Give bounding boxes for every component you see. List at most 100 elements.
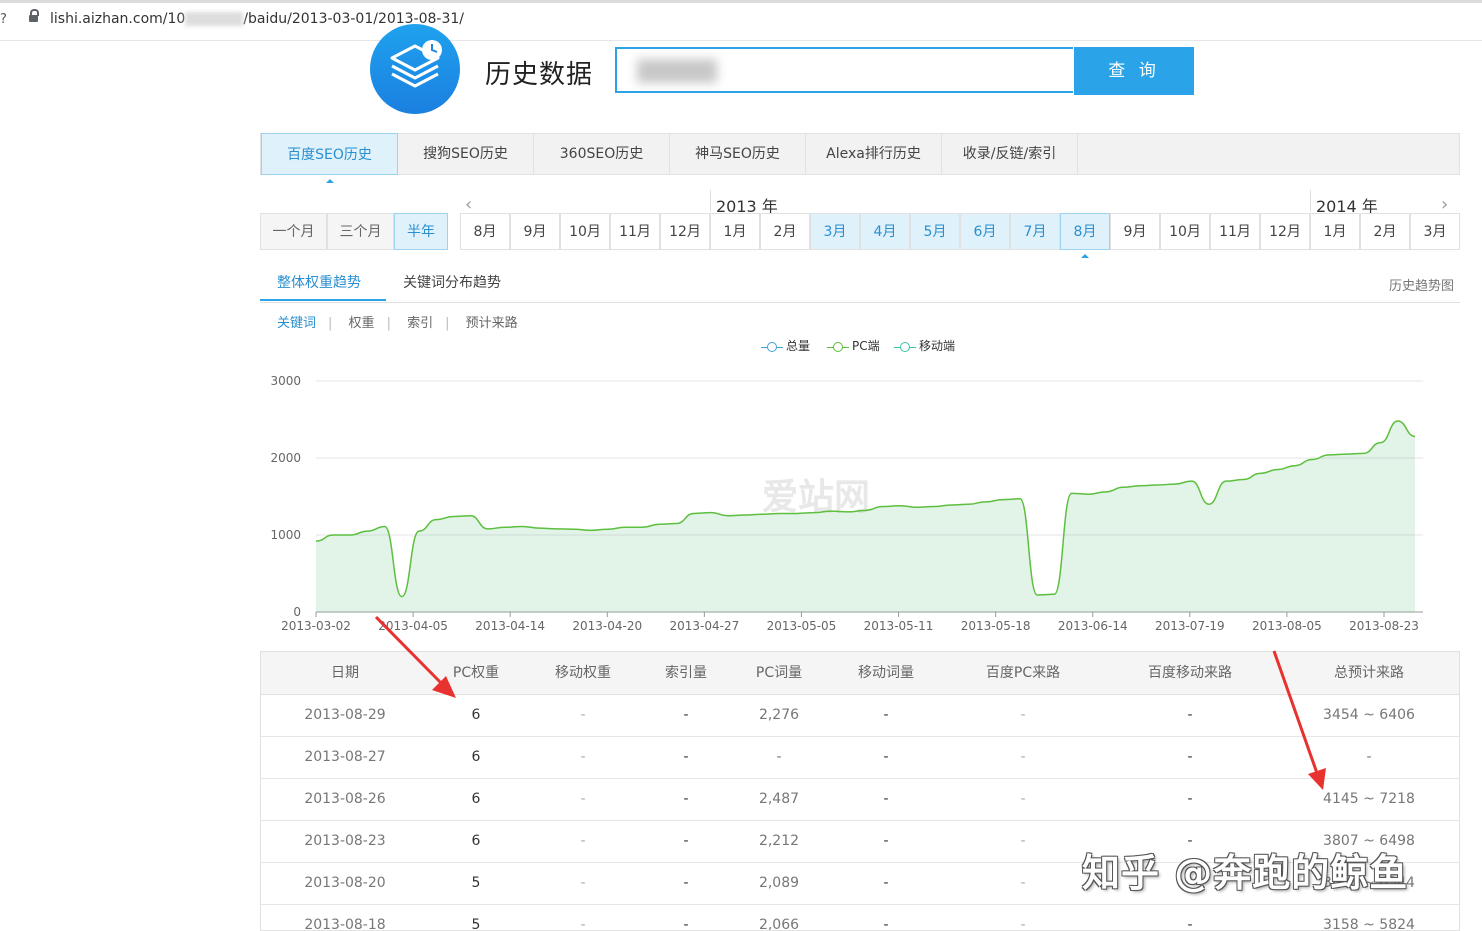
redacted-url-part [185,12,244,26]
month-0[interactable]: 8月 [460,213,510,250]
x-tick-label: 2013-07-19 [1155,619,1225,633]
y-tick-label: 0 [293,605,301,619]
table-row: 2013-08-26 6- -2,487- - -4145 ~ 7218 [261,778,1459,821]
month-7[interactable]: 3月 [810,213,860,250]
y-tick-label: 1000 [270,528,301,542]
range-option-2[interactable]: 半年 [394,213,448,250]
table-cell: - [1020,791,1026,807]
month-4[interactable]: 12月 [660,213,710,250]
lock-icon [29,9,39,23]
page-title: 历史数据 [485,60,594,90]
range-option-0[interactable]: 一个月 [260,213,327,250]
legend-pc[interactable]: PC端 [827,337,880,354]
domain-search-input[interactable] [615,47,1073,93]
trend-subtabs: 整体权重趋势 关键词分布趋势 [260,262,1460,303]
metric-weight[interactable]: 权重 [349,316,375,331]
metric-switcher: 关键词 | 权重 | 索引 | 预计来路 [277,312,530,331]
month-10[interactable]: 6月 [960,213,1010,250]
engine-tabs: 百度SEO历史 搜狗SEO历史 360SEO历史 神马SEO历史 Alexa排行历史 收录… [260,133,1460,175]
month-3[interactable]: 11月 [610,213,660,250]
table-cell: - [1020,875,1026,891]
legend-mobile[interactable]: 移动端 [894,337,955,354]
browser-top-line [0,0,1482,3]
history-data-logo-icon[interactable] [370,24,460,114]
tab-engine-4[interactable]: Alexa排行历史 [806,133,942,175]
column-header: 移动词量 [858,665,914,681]
month-9[interactable]: 5月 [910,213,960,250]
browser-url-bar[interactable]: ? lishi.aizhan.com/10/baidu/2013-03-01/2… [0,0,1482,41]
metric-keywords[interactable]: 关键词 [277,316,316,331]
table-cell: - [883,707,889,723]
month-6[interactable]: 2月 [760,213,810,250]
zhihu-watermark: 知乎 @奔跑的鲸鱼 [1082,851,1409,895]
x-tick-label: 2013-08-05 [1252,619,1322,633]
legend-mobile-label: 移动端 [919,339,956,353]
history-trend-link[interactable]: 历史趋势图 [1389,275,1454,294]
tab-keyword-distribution-trend[interactable]: 关键词分布趋势 [403,272,501,292]
month-8[interactable]: 4月 [860,213,910,250]
table-cell: - [1020,833,1026,849]
y-tick-label: 3000 [270,374,301,388]
metric-estimated-traffic[interactable]: 预计来路 [466,316,518,331]
column-header: 百度PC来路 [985,665,1061,681]
active-subtab-underline [260,299,386,301]
legend-pc-label: PC端 [852,339,880,353]
timeline-prev-icon[interactable]: ‹ [465,194,472,215]
column-header: 百度移动来路 [1148,665,1232,681]
url-prefix: lishi.aizhan.com/10 [50,11,186,27]
table-cell: - [883,917,889,931]
x-tick-label: 2013-03-02 [281,619,351,633]
x-tick-label: 2013-04-20 [572,619,642,633]
month-5[interactable]: 1月 [710,213,760,250]
month-16[interactable]: 12月 [1260,213,1310,250]
legend-total-label: 总量 [786,339,811,353]
month-13[interactable]: 9月 [1110,213,1160,250]
table-cell: - [1020,707,1026,723]
x-tick-label: 2013-04-27 [669,619,739,633]
tab-engine-1[interactable]: 搜狗SEO历史 [398,133,534,175]
table-cell: - [883,749,889,765]
month-12[interactable]: 8月 [1060,213,1110,250]
month-18[interactable]: 2月 [1360,213,1410,250]
tab-engine-0[interactable]: 百度SEO历史 [261,133,398,175]
table-cell: - [883,791,889,807]
table-cell: - [1187,707,1193,723]
legend-total-marker [761,341,783,352]
table-header: 日期 PC权重 移动权重 索引量 PC词量 移动词量 百度PC来路 百度移动来路 总预计来路 [261,652,1459,695]
month-11[interactable]: 7月 [1010,213,1060,250]
redacted-search-value [637,59,717,83]
month-2[interactable]: 10月 [560,213,610,250]
table-row: 2013-08-18 5- -2,066- - -3158 ~ 5824 [261,904,1459,931]
tab-engine-5[interactable]: 收录/反链/索引 [942,133,1078,175]
month-1[interactable]: 9月 [510,213,560,250]
tab-engine-3[interactable]: 神马SEO历史 [670,133,806,175]
table-cell: 3454 ~ 6406 [1323,707,1415,723]
range-option-1[interactable]: 三个月 [327,213,394,250]
timeline-next-icon[interactable]: › [1441,194,1448,215]
search-button[interactable]: 查 询 [1074,47,1194,95]
month-17[interactable]: 1月 [1310,213,1360,250]
table-row: 2013-08-27 6- - - - - - - [261,736,1459,779]
metric-separator: | [386,316,391,331]
x-tick-label: 2013-05-18 [961,619,1031,633]
table-cell: - [883,833,889,849]
table-cell: - [1187,917,1193,931]
table-cell: - [1187,749,1193,765]
x-tick-label: 2013-08-23 [1349,619,1419,633]
x-tick-label: 2013-04-05 [378,619,448,633]
tab-overall-weight-trend[interactable]: 整体权重趋势 [277,272,361,292]
table-cell: - [1020,749,1026,765]
tab-engine-2[interactable]: 360SEO历史 [534,133,670,175]
x-tick-label: 2013-05-11 [864,619,934,633]
metric-index[interactable]: 索引 [407,316,433,331]
year-divider [710,190,711,212]
selected-month-caret [1081,254,1089,258]
month-19[interactable]: 3月 [1410,213,1460,250]
legend-total[interactable]: 总量 [761,337,810,354]
month-14[interactable]: 10月 [1160,213,1210,250]
month-15[interactable]: 11月 [1210,213,1260,250]
table-row: 2013-08-29 6- -2,276- - -3454 ~ 6406 [261,694,1459,737]
table-cell: - [1366,749,1372,765]
table-cell: 4145 ~ 7218 [1323,791,1415,807]
legend-mobile-marker [894,341,916,352]
